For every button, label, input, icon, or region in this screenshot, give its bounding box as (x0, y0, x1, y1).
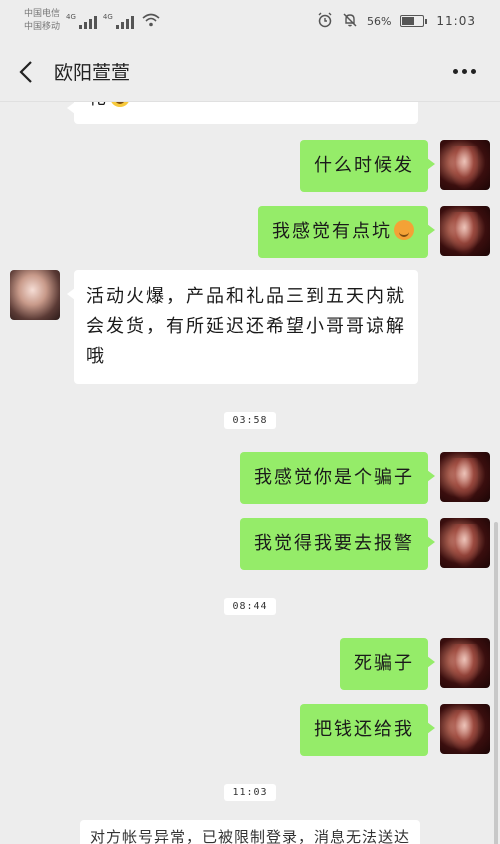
my-avatar[interactable] (440, 140, 490, 190)
message-bubble-incoming[interactable]: 活动火爆，产品和礼品三到五天内就会发货，有所延迟还希望小哥哥谅解哦 (67, 270, 418, 384)
timestamp: 03:58 (0, 408, 500, 429)
message-list[interactable]: 礼 什么时候发 我感觉有点坑 活动火爆，产品和礼品三到五天内就会发货，有所延迟还… (0, 102, 500, 844)
message-bubble-outgoing[interactable]: 我觉得我要去报警 (240, 518, 435, 570)
carrier-2: 中国移动 (24, 22, 61, 32)
my-avatar[interactable] (440, 518, 490, 568)
status-bar: 中国电信 中国移动 4G 4G 56% 11:03 (0, 0, 500, 42)
my-avatar[interactable] (440, 638, 490, 688)
my-avatar[interactable] (440, 704, 490, 754)
chat-header: 欧阳萱萱 (0, 42, 500, 102)
contact-avatar[interactable] (10, 270, 60, 320)
my-avatar[interactable] (440, 452, 490, 502)
network-type-1: 4G (66, 13, 76, 21)
signal-icon-1: 4G (66, 13, 97, 29)
timestamp: 08:44 (0, 594, 500, 615)
more-dots-icon (452, 69, 458, 74)
more-options-button[interactable] (446, 54, 482, 90)
message-bubble-outgoing[interactable]: 把钱还给我 (300, 704, 435, 756)
wifi-icon (142, 13, 160, 30)
battery-percent: 56% (366, 14, 392, 28)
timestamp: 11:03 (0, 780, 500, 801)
message-bubble-outgoing[interactable]: 我感觉有点坑 (258, 206, 435, 258)
carrier-labels: 中国电信 中国移动 (24, 8, 60, 34)
my-avatar[interactable] (440, 206, 490, 256)
battery-icon (400, 15, 428, 27)
chevron-left-icon (19, 60, 32, 83)
angry-emoji-icon (394, 220, 414, 240)
message-bubble-incoming[interactable]: 礼 (67, 102, 418, 124)
message-bubble-outgoing[interactable]: 什么时候发 (300, 140, 435, 192)
scrollbar[interactable] (494, 522, 498, 844)
carrier-1: 中国电信 (24, 9, 61, 19)
back-button[interactable] (2, 42, 50, 102)
chat-title: 欧阳萱萱 (54, 62, 131, 84)
system-notice: 对方帐号异常，已被限制登录，消息无法送达 (80, 820, 420, 844)
smile-emoji-icon (110, 102, 130, 107)
clock: 11:03 (436, 14, 476, 28)
message-bubble-outgoing[interactable]: 死骗子 (340, 638, 435, 690)
alarm-icon (317, 12, 333, 31)
network-type-2: 4G (102, 13, 113, 21)
signal-icon-2: 4G (103, 13, 134, 29)
mute-bell-icon (342, 12, 358, 31)
message-bubble-outgoing[interactable]: 我感觉你是个骗子 (240, 452, 435, 504)
